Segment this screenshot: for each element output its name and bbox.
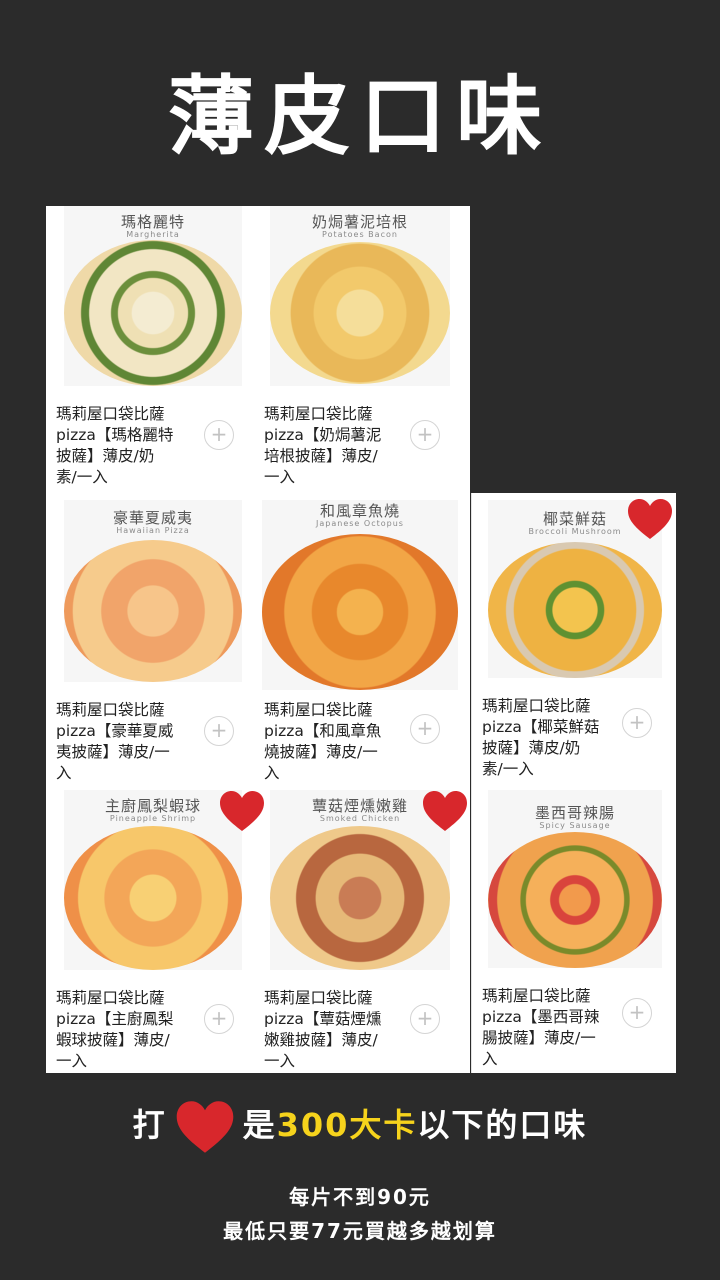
heart-icon [628, 499, 672, 539]
product-image-en-label: Pineapple Shrimp [109, 814, 197, 823]
product-image-en-label: Margherita [126, 230, 180, 239]
product-image-en-label: Japanese Octopus [316, 519, 404, 528]
product-image-cn-label: 豪華夏威夷 [112, 509, 193, 527]
product-name[interactable]: 瑪莉屋口袋比薩 pizza【瑪格麗特 披薩】薄皮/奶 素/一入 [56, 404, 206, 488]
product-card-margherita[interactable]: 瑪格麗特 Margherita 瑪莉屋口袋比薩 pizza【瑪格麗特 披薩】薄皮… [54, 206, 250, 492]
product-name[interactable]: 瑪莉屋口袋比薩 pizza【豪華夏威 夷披薩】薄皮/一 入 [56, 700, 206, 784]
legend-middle: 是 [242, 1106, 277, 1144]
page-title: 薄皮口味 [168, 67, 552, 167]
product-image-en-label: Hawaiian Pizza [116, 526, 190, 535]
product-name[interactable]: 瑪莉屋口袋比薩 pizza【椰菜鮮菇 披薩】薄皮/奶 素/一入 [482, 696, 622, 780]
product-card-japanese-octopus[interactable]: 和風章魚燒 Japanese Octopus 瑪莉屋口袋比薩 pizza【和風章… [262, 500, 458, 786]
product-image-cn-label: 主廚鳳梨蝦球 [104, 797, 201, 815]
plus-icon: + [416, 1006, 434, 1030]
product-card-pineapple-shrimp[interactable]: 主廚鳳梨蝦球 Pineapple Shrimp 瑪莉屋口袋比薩 pizza【主廚… [54, 790, 250, 1076]
footer-price-note: 每片不到90元 [289, 1185, 431, 1209]
product-image: 和風章魚燒 Japanese Octopus [262, 500, 458, 690]
heart-icon [176, 1101, 233, 1153]
add-to-cart-button[interactable]: + [204, 420, 234, 450]
pizza-image [64, 240, 242, 386]
pizza-image [270, 826, 450, 970]
product-card-broccoli-mushroom[interactable]: 椰菜鮮菇 Broccoli Mushroom 瑪莉屋口袋比薩 pizza【椰菜鮮… [480, 500, 670, 786]
pizza-image [488, 832, 662, 968]
heart-icon [423, 791, 467, 831]
product-image: 奶焗薯泥培根 Potatoes Bacon [270, 206, 450, 386]
add-to-cart-button[interactable]: + [410, 714, 440, 744]
product-card-hawaiian[interactable]: 豪華夏威夷 Hawaiian Pizza 瑪莉屋口袋比薩 pizza【豪華夏威 … [54, 500, 250, 786]
product-image: 豪華夏威夷 Hawaiian Pizza [64, 500, 242, 682]
plus-icon: + [628, 1000, 646, 1024]
plus-icon: + [416, 716, 434, 740]
add-to-cart-button[interactable]: + [622, 998, 652, 1028]
plus-icon: + [210, 1006, 228, 1030]
pizza-image [262, 534, 458, 690]
heart-icon [220, 791, 264, 831]
product-image-cn-label: 和風章魚燒 [319, 502, 400, 520]
product-name[interactable]: 瑪莉屋口袋比薩 pizza【主廚鳳梨 蝦球披薩】薄皮/ 一入 [56, 988, 206, 1072]
plus-icon: + [416, 422, 434, 446]
product-image-cn-label: 奶焗薯泥培根 [311, 213, 408, 231]
legend-highlight: 300大卡 [276, 1106, 418, 1144]
pizza-image [488, 542, 662, 678]
footer-promo-note: 最低只要77元買越多越划算 [223, 1219, 497, 1243]
product-name[interactable]: 瑪莉屋口袋比薩 pizza【蕈菇煙燻 嫩雞披薩】薄皮/ 一入 [264, 988, 414, 1072]
add-to-cart-button[interactable]: + [204, 716, 234, 746]
product-name[interactable]: 瑪莉屋口袋比薩 pizza【墨西哥辣 腸披薩】薄皮/一 入 [482, 986, 622, 1070]
heart-legend: 打 是300大卡以下的口味 [0, 1100, 720, 1160]
product-name[interactable]: 瑪莉屋口袋比薩 pizza【奶焗薯泥 培根披薩】薄皮/ 一入 [264, 404, 414, 488]
add-to-cart-button[interactable]: + [622, 708, 652, 738]
pizza-image [64, 540, 242, 682]
product-name[interactable]: 瑪莉屋口袋比薩 pizza【和風章魚 燒披薩】薄皮/一 入 [264, 700, 414, 784]
product-card-spicy-sausage[interactable]: 墨西哥辣腸 Spicy Sausage 瑪莉屋口袋比薩 pizza【墨西哥辣 腸… [480, 790, 670, 1076]
legend-suffix: 以下的口味 [417, 1106, 588, 1144]
product-image-cn-label: 瑪格麗特 [120, 213, 185, 231]
add-to-cart-button[interactable]: + [410, 1004, 440, 1034]
product-card-potatoes-bacon[interactable]: 奶焗薯泥培根 Potatoes Bacon 瑪莉屋口袋比薩 pizza【奶焗薯泥… [262, 206, 458, 492]
plus-icon: + [628, 710, 646, 734]
pizza-image [270, 242, 450, 384]
legend-prefix: 打 [132, 1106, 167, 1144]
product-image-en-label: Potatoes Bacon [322, 230, 398, 239]
product-image: 主廚鳳梨蝦球 Pineapple Shrimp [64, 790, 242, 970]
plus-icon: + [210, 718, 228, 742]
add-to-cart-button[interactable]: + [204, 1004, 234, 1034]
product-card-smoked-chicken[interactable]: 蕈菇煙燻嫩雞 Smoked Chicken 瑪莉屋口袋比薩 pizza【蕈菇煙燻… [262, 790, 458, 1076]
product-image-cn-label: 墨西哥辣腸 [534, 804, 615, 822]
product-image: 墨西哥辣腸 Spicy Sausage [488, 790, 662, 968]
add-to-cart-button[interactable]: + [410, 420, 440, 450]
plus-icon: + [210, 422, 228, 446]
product-image-en-label: Spicy Sausage [539, 821, 611, 830]
product-image: 瑪格麗特 Margherita [64, 206, 242, 386]
pizza-image [64, 826, 242, 970]
